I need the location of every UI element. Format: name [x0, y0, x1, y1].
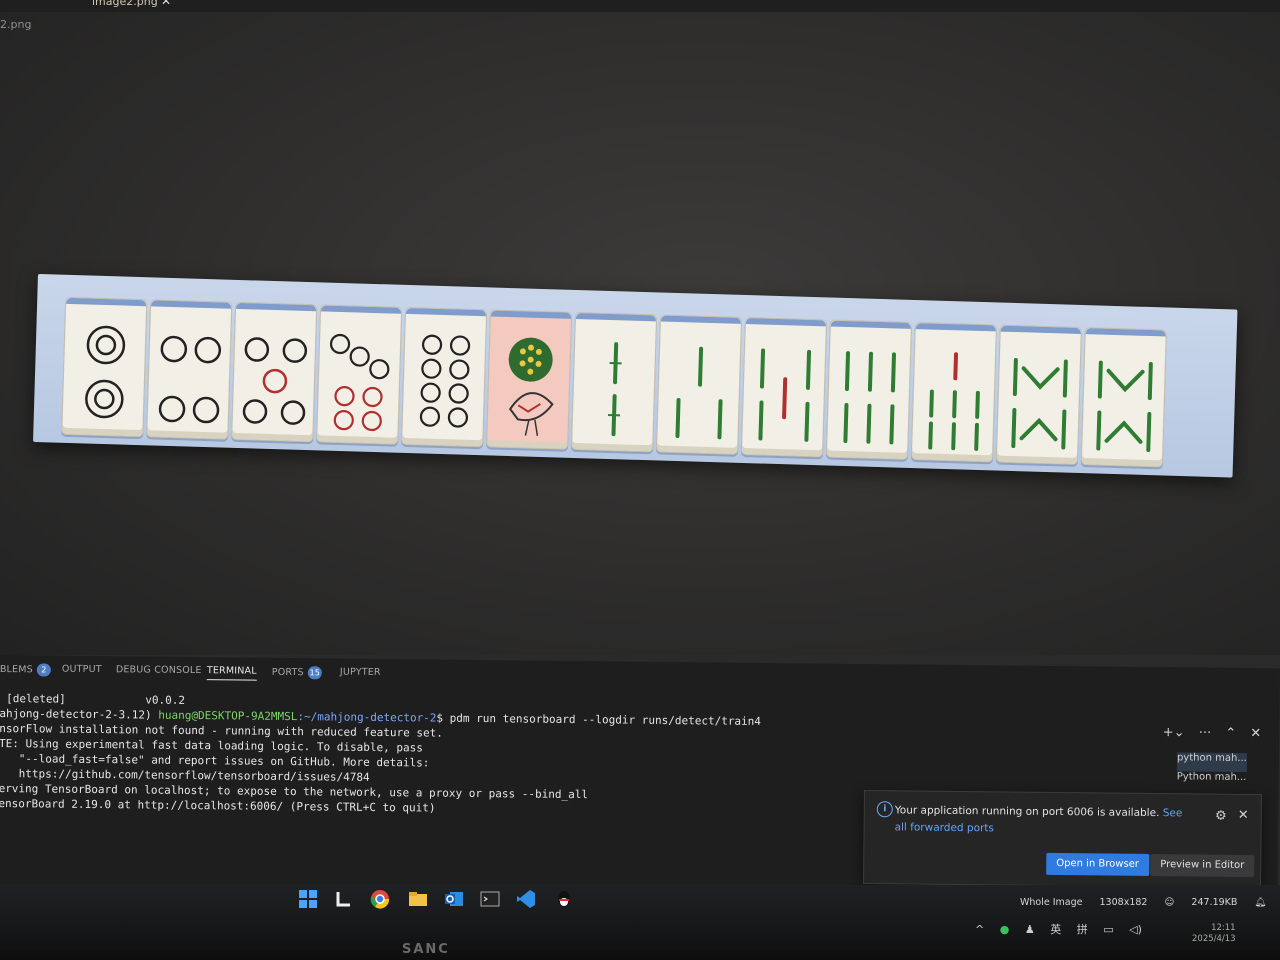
tab-debug-console[interactable]: DEBUG CONSOLE: [116, 664, 202, 676]
terminal-instance-python-2[interactable]: Python mah...: [1177, 771, 1247, 791]
problems-count-badge: 2: [36, 663, 51, 677]
network-icon[interactable]: ▭: [1103, 923, 1113, 936]
maximize-panel-icon[interactable]: ⌃: [1225, 726, 1236, 741]
tile-7-bamboo: [910, 322, 997, 463]
tile-peacock: [486, 309, 573, 450]
copilot-icon[interactable]: ☺: [1164, 897, 1174, 908]
image-preview: [33, 274, 1238, 478]
volume-icon[interactable]: ◁): [1129, 923, 1142, 936]
editor-tab-strip: [0, 0, 1280, 12]
tab-problems[interactable]: BLEMS 2: [0, 663, 51, 677]
tab-terminal[interactable]: TERMINAL: [206, 665, 257, 681]
terminal-instance-python[interactable]: python mah...: [1176, 752, 1247, 773]
mahjong-tile-row: [61, 296, 1215, 471]
terminal-list: python mah... Python mah...: [1177, 752, 1247, 791]
terminal-toolbar: +⌄ ··· ⌃ ✕: [1153, 725, 1262, 741]
tile-8-bamboo: [995, 324, 1082, 465]
ports-count-badge: 15: [307, 666, 322, 680]
ime-pinyin[interactable]: 拼: [1077, 923, 1088, 936]
editor-area: image2.png ✕ 2.png: [0, 0, 1280, 655]
tile-2-bamboo: [571, 311, 658, 453]
tile-5-bamboo: [740, 316, 827, 458]
image-scope[interactable]: Whole Image: [1020, 897, 1082, 908]
tile-3-bamboo: [655, 314, 743, 455]
system-tray: ^ ● ♟ 英 拼 ▭ ◁): [975, 921, 1154, 937]
file-size: 247.19KB: [1191, 897, 1238, 908]
taskbar: Whole Image 1308x182 ☺ 247.19KB 🔔︎ ^ ● ♟…: [0, 885, 1280, 960]
tile-6-bamboo: [825, 319, 912, 460]
port-notification: i Your application running on port 6006 …: [863, 790, 1262, 889]
file-explorer-icon[interactable]: [408, 889, 428, 909]
more-actions-icon[interactable]: ···: [1199, 726, 1212, 741]
preview-in-editor-button[interactable]: Preview in Editor: [1150, 854, 1255, 878]
terminal-app-icon[interactable]: [480, 889, 500, 909]
chevron-up-icon[interactable]: ^: [975, 923, 984, 936]
tab-close-icon[interactable]: ✕: [161, 0, 171, 8]
tile-2-circles: [61, 296, 148, 438]
image-statusbar: Whole Image 1308x182 ☺ 247.19KB 🔔︎: [1020, 897, 1280, 908]
qq-icon[interactable]: [554, 889, 574, 909]
clock[interactable]: 12:11 2025/4/13: [1192, 923, 1236, 945]
tile-5-circles: [231, 301, 318, 443]
qq-tray-icon[interactable]: ♟: [1025, 923, 1035, 936]
outlook-icon[interactable]: [444, 889, 464, 909]
monitor-brand-logo: SANC: [402, 942, 450, 957]
breadcrumb: 2.png: [0, 18, 32, 31]
tab-image2[interactable]: image2.png: [92, 0, 158, 8]
wechat-icon[interactable]: ●: [1000, 923, 1010, 936]
tile-8-circles: [401, 306, 488, 448]
image-dimensions: 1308x182: [1099, 897, 1148, 908]
widgets-icon[interactable]: [334, 889, 354, 909]
close-icon[interactable]: ✕: [1238, 808, 1249, 823]
tab-jupyter[interactable]: JUPYTER: [340, 667, 381, 678]
clock-date: 2025/4/13: [1192, 934, 1236, 944]
vscode-icon[interactable]: [516, 889, 536, 909]
new-terminal-icon[interactable]: +⌄: [1163, 725, 1185, 740]
windows-start-icon[interactable]: [298, 889, 318, 909]
tile-8-bamboo: [1080, 327, 1167, 468]
clock-time: 12:11: [1211, 923, 1236, 933]
tab-ports[interactable]: PORTS 15: [272, 666, 322, 680]
ime-mode[interactable]: 英: [1050, 923, 1061, 936]
chrome-icon[interactable]: [370, 889, 390, 909]
bell-icon[interactable]: 🔔︎: [1254, 897, 1266, 908]
notification-message: Your application running on port 6006 is…: [894, 804, 1183, 835]
open-in-browser-button[interactable]: Open in Browser: [1046, 852, 1150, 876]
tile-7-circles: [316, 304, 403, 445]
tab-output[interactable]: OUTPUT: [62, 664, 102, 675]
info-icon: i: [876, 801, 893, 818]
tile-4-circles: [146, 299, 233, 440]
gear-icon[interactable]: ⚙: [1215, 809, 1227, 824]
close-panel-icon[interactable]: ✕: [1250, 726, 1261, 741]
terminal-output[interactable]: [deleted] v0.0.2 ahjong-detector-2-3.12) …: [0, 691, 900, 820]
